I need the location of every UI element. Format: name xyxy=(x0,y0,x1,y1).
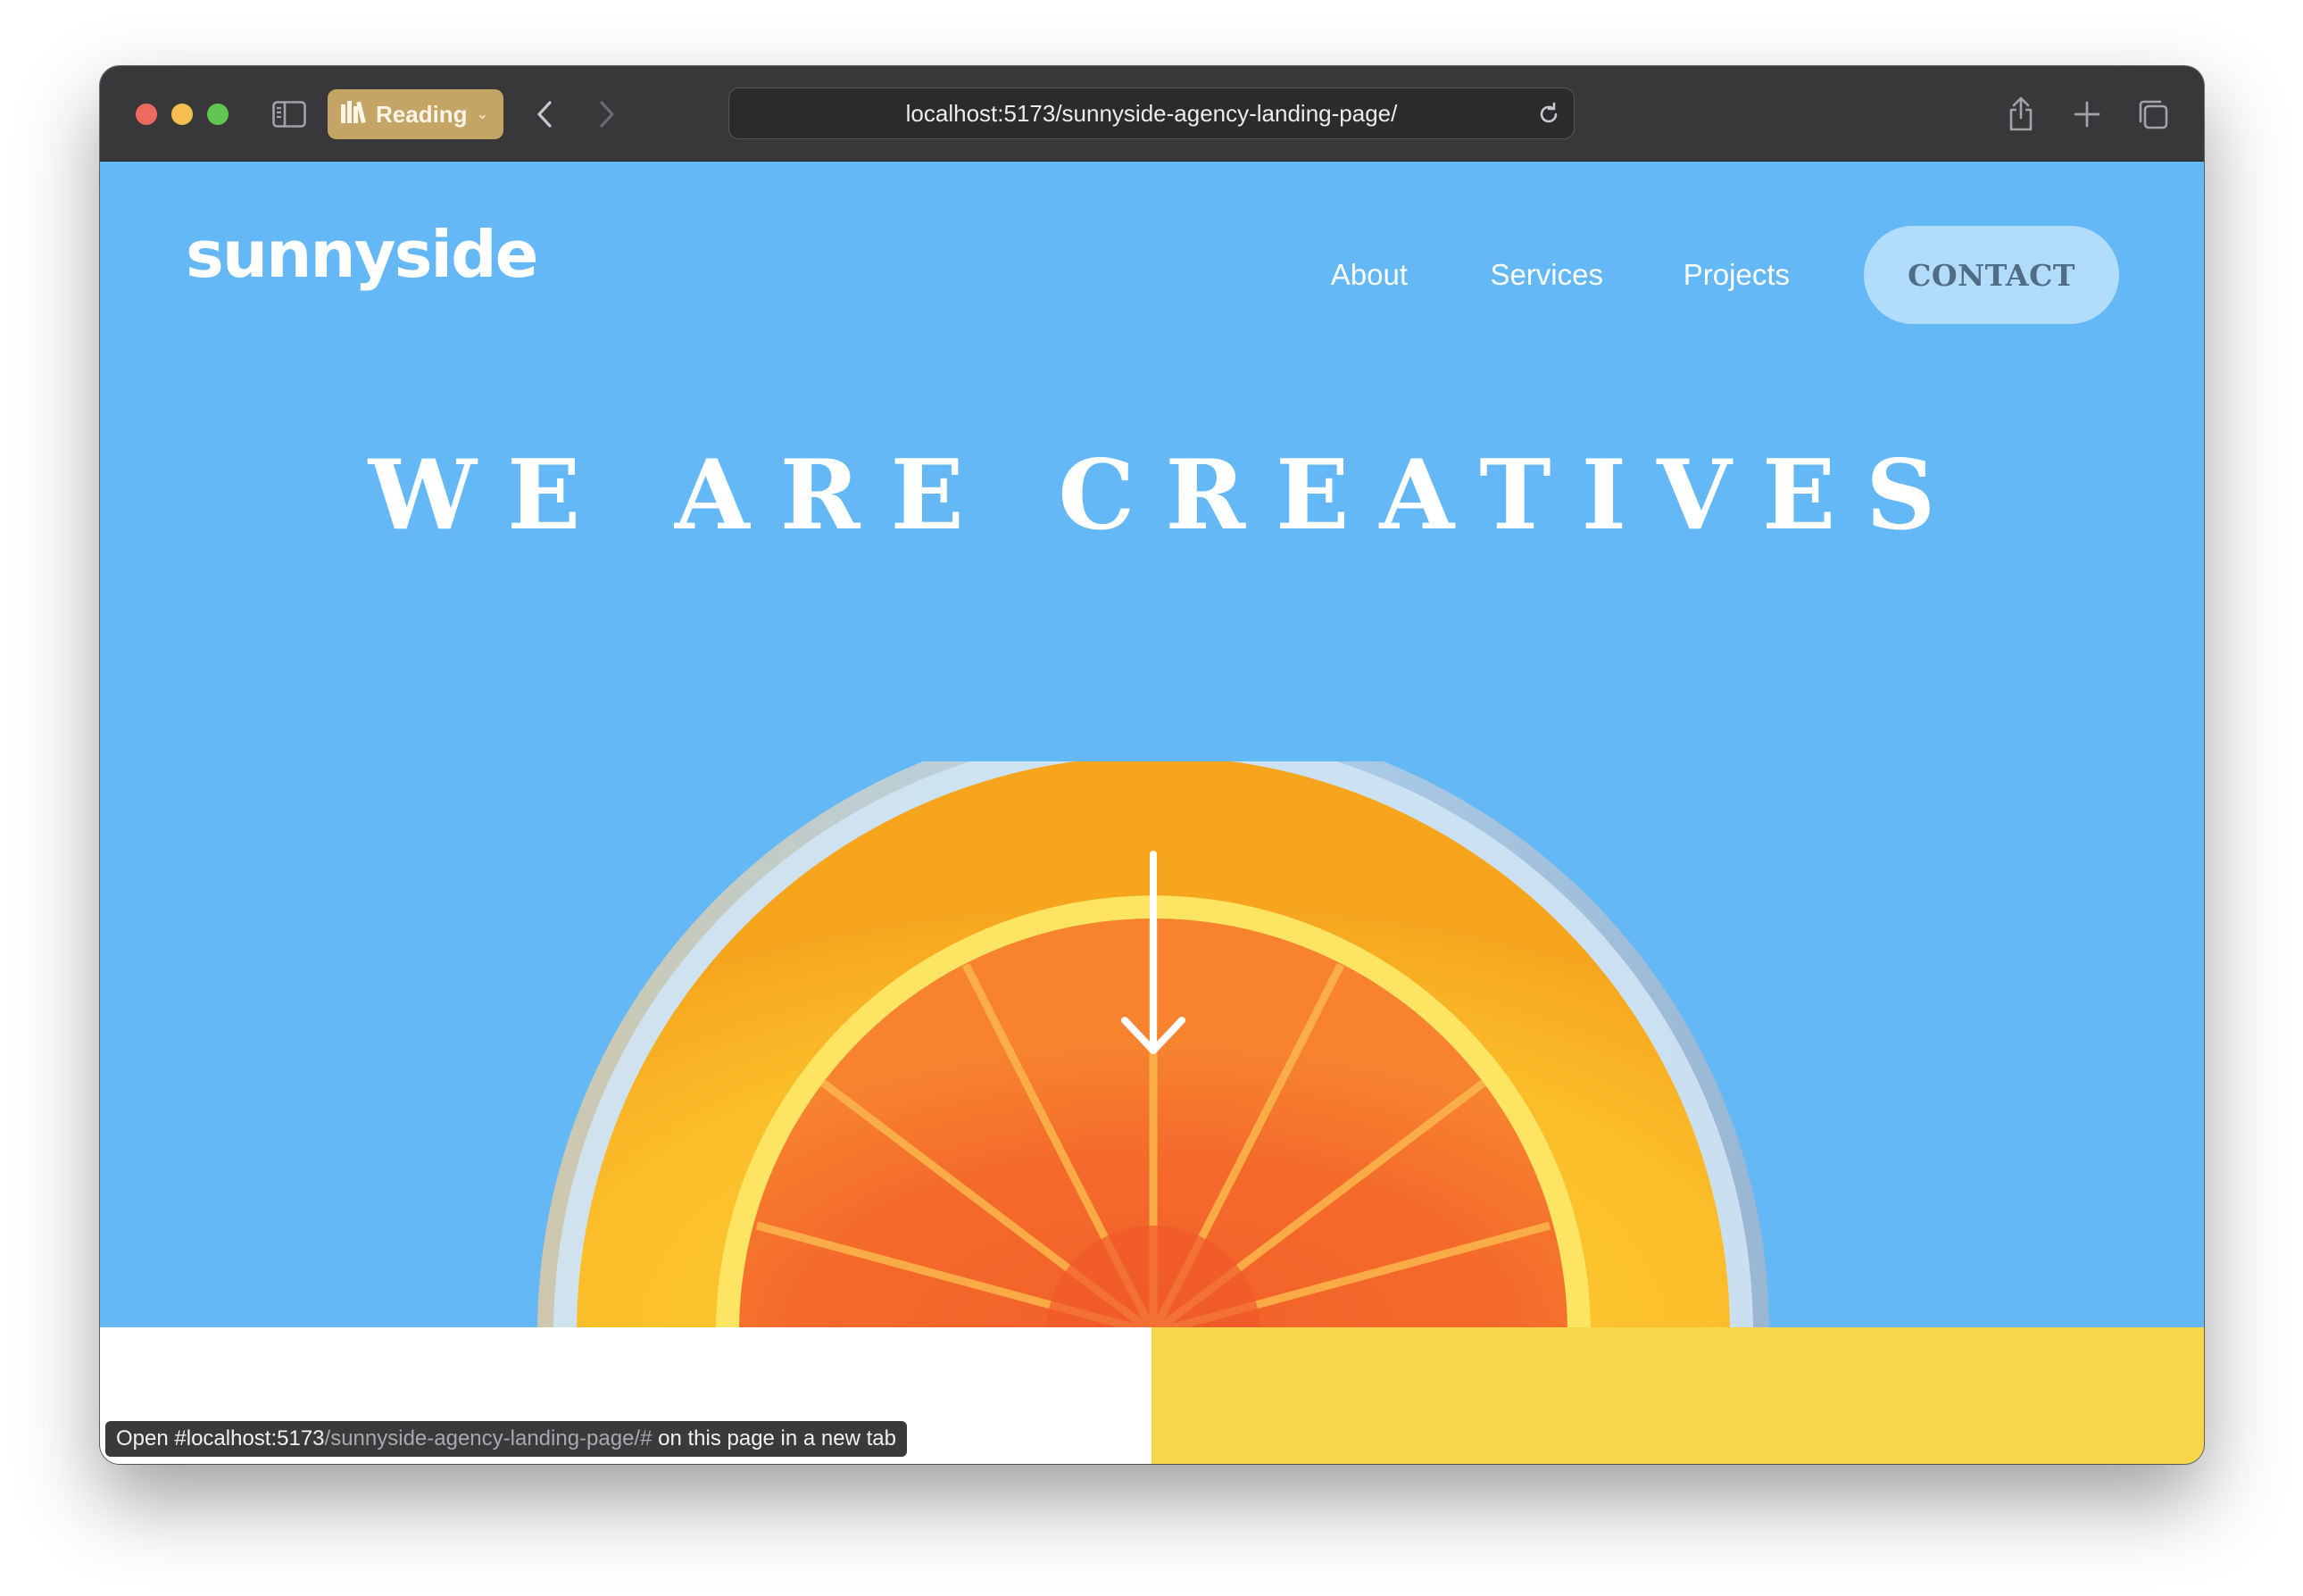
zoom-window-button[interactable] xyxy=(207,104,229,125)
status-path: /sunnyside-agency-landing-page/# xyxy=(324,1426,653,1451)
reading-list-button[interactable]: Reading ⌄ xyxy=(328,89,503,139)
link-status-tooltip: Open #localhost:5173 /sunnyside-agency-l… xyxy=(105,1421,907,1457)
hero-title: WE ARE CREATIVES xyxy=(368,439,1966,552)
chevron-left-icon[interactable] xyxy=(527,95,562,134)
browser-toolbar: Reading ⌄ localhost:5173/sunnyside-agenc… xyxy=(100,66,2204,162)
status-host: #localhost:5173 xyxy=(174,1426,325,1451)
web-page: sunnyside About Services Projects CONTAC… xyxy=(100,162,2204,1464)
contact-button[interactable]: CONTACT xyxy=(1864,226,2119,324)
status-suffix: on this page in a new tab xyxy=(652,1426,896,1451)
url-text: localhost:5173/sunnyside-agency-landing-… xyxy=(905,99,1398,127)
reading-list-label: Reading xyxy=(376,100,468,128)
content-block-yellow xyxy=(1152,1327,2204,1464)
chevron-right-icon[interactable] xyxy=(589,95,625,134)
main-nav: About Services Projects CONTACT xyxy=(100,226,2204,324)
nav-link-services[interactable]: Services xyxy=(1490,226,1603,324)
share-icon[interactable] xyxy=(2003,91,2039,136)
browser-window: Reading ⌄ localhost:5173/sunnyside-agenc… xyxy=(100,66,2204,1464)
close-window-button[interactable] xyxy=(136,104,157,125)
arrow-down-icon[interactable] xyxy=(1118,849,1189,1063)
reading-list-icon xyxy=(340,99,367,130)
sidebar-icon[interactable] xyxy=(271,96,307,132)
nav-link-projects[interactable]: Projects xyxy=(1684,226,1790,324)
address-bar[interactable]: localhost:5173/sunnyside-agency-landing-… xyxy=(728,87,1575,139)
plus-icon[interactable] xyxy=(2069,95,2105,134)
status-prefix: Open xyxy=(116,1426,175,1451)
tab-overview-icon[interactable] xyxy=(2135,95,2171,134)
nav-link-about[interactable]: About xyxy=(1331,226,1408,324)
reload-icon[interactable] xyxy=(1536,102,1561,127)
minimize-window-button[interactable] xyxy=(171,104,193,125)
chevron-down-icon: ⌄ xyxy=(476,107,488,122)
